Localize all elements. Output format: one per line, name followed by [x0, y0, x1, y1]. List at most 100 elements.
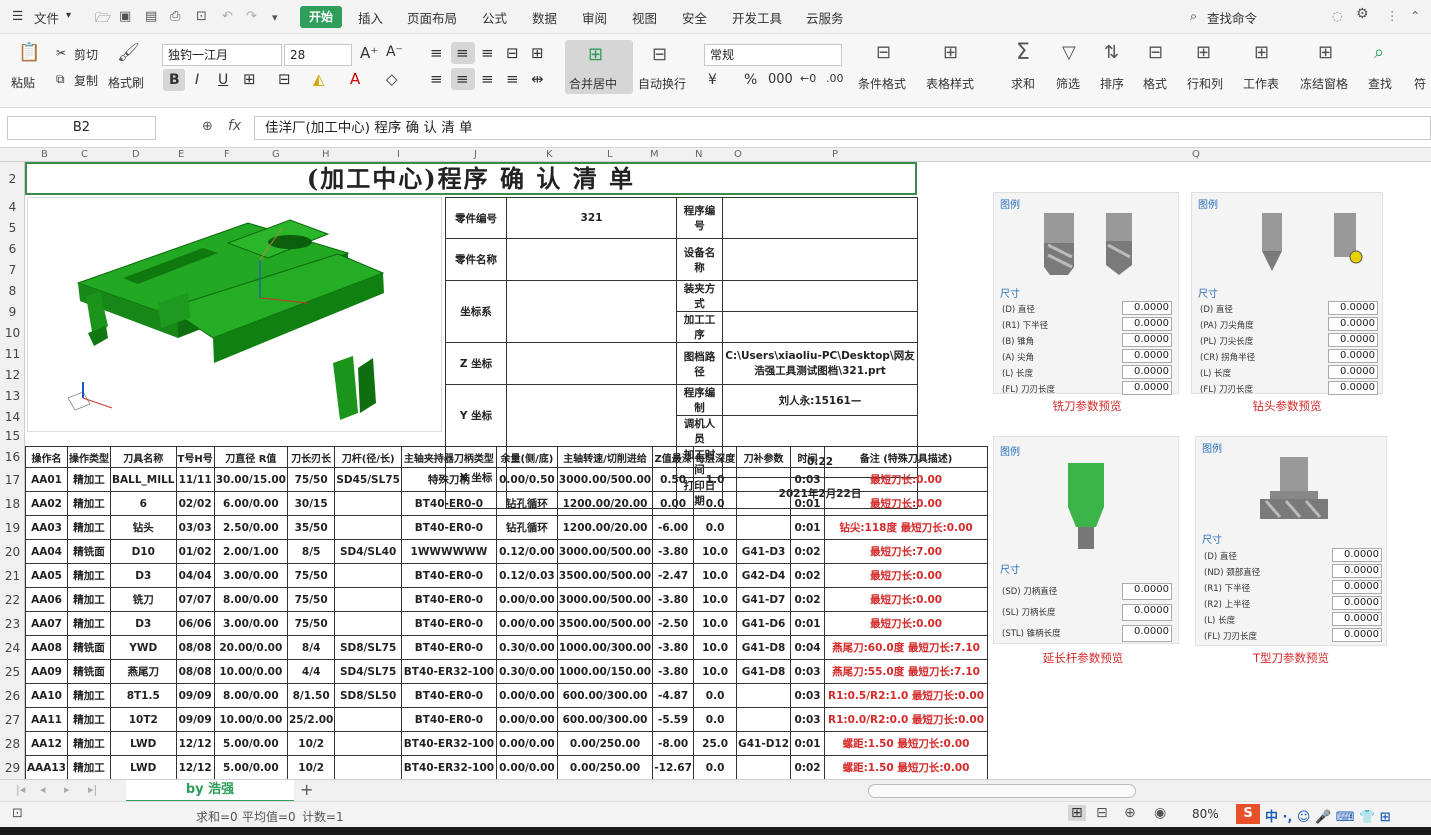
sort-label[interactable]: 排序 — [1100, 75, 1124, 92]
table-cell[interactable]: 0.00/250.00 — [556, 755, 654, 779]
table-cell[interactable]: 钻孔循环 — [495, 515, 558, 540]
row-header-item[interactable]: 25 — [0, 665, 25, 679]
table-cell[interactable]: 25.0 — [693, 731, 738, 756]
table-cell[interactable]: 35/50 — [286, 515, 336, 540]
col-header[interactable]: J — [474, 149, 477, 160]
table-cell[interactable]: 0.0 — [693, 683, 738, 708]
font-size-select[interactable]: 28 — [284, 44, 352, 66]
table-cell[interactable]: 10T2 — [110, 707, 177, 732]
file-menu[interactable]: 文件 — [34, 8, 59, 27]
col-header[interactable]: B — [41, 149, 48, 160]
column-heading[interactable]: 刀直径 R值 — [213, 446, 288, 468]
worksheet-icon[interactable]: ⊞ — [1254, 42, 1269, 63]
table-cell[interactable]: BT40-ER0-0 — [400, 491, 497, 516]
row-header-item[interactable]: 18 — [0, 497, 25, 511]
table-cell[interactable]: 600.00/300.00 — [556, 707, 654, 732]
table-cell[interactable]: 0.00/0.00 — [495, 587, 558, 612]
col-header[interactable]: C — [81, 149, 88, 160]
table-cell[interactable]: 6 — [110, 491, 177, 516]
table-cell[interactable]: 精加工 — [67, 587, 111, 612]
table-cell[interactable]: 0.0 — [693, 755, 738, 779]
inc-decimal-icon[interactable]: ←0 — [800, 72, 816, 85]
table-cell[interactable]: BT40-ER0-0 — [400, 635, 497, 660]
table-cell[interactable]: 10.0 — [693, 587, 738, 612]
table-cell[interactable]: G41-D7 — [736, 587, 792, 612]
table-cell[interactable]: G41-D8 — [736, 659, 792, 684]
table-cell[interactable]: 精铣面 — [67, 659, 111, 684]
table-cell[interactable]: BT40-ER0-0 — [400, 563, 497, 588]
table-cell[interactable]: 10.00/0.00 — [213, 659, 288, 684]
table-cell[interactable]: 3.00/0.00 — [213, 563, 288, 588]
col-header[interactable]: E — [178, 149, 184, 160]
path-value[interactable]: C:\Users\xiaoliu-PC\Desktop\网友浩强工具测试图档\3… — [722, 342, 918, 385]
table-cell[interactable]: 8.00/0.00 — [213, 683, 288, 708]
y-value[interactable] — [506, 384, 677, 447]
table-cell[interactable]: 03/03 — [175, 515, 215, 540]
align-top-icon[interactable]: ≡ — [430, 44, 443, 62]
table-cell[interactable]: 0.00/0.00 — [495, 611, 558, 636]
table-cell[interactable]: AA03 — [25, 515, 68, 540]
row-header-item[interactable]: 26 — [0, 689, 25, 703]
hamburger-icon[interactable]: ☰ — [12, 8, 23, 23]
table-cell[interactable]: 30/15 — [286, 491, 336, 516]
indent-icon[interactable]: ⊞ — [531, 44, 544, 62]
table-cell[interactable]: 3000.00/500.00 — [556, 587, 654, 612]
table-cell[interactable]: G42-D4 — [736, 563, 792, 588]
table-cell[interactable]: 0.00 — [652, 491, 695, 516]
table-cell[interactable]: LWD — [110, 755, 177, 779]
format-painter-label[interactable]: 格式刷 — [108, 74, 144, 91]
last-sheet-icon[interactable]: ▸| — [88, 783, 97, 796]
row-header-item[interactable]: 9 — [0, 305, 25, 319]
align-bottom-icon[interactable]: ≡ — [481, 44, 494, 62]
table-cell[interactable]: 0:01 — [790, 491, 826, 516]
table-cell[interactable]: AA07 — [25, 611, 68, 636]
table-cell[interactable]: 12/12 — [175, 731, 215, 756]
table-cell[interactable]: 0:04 — [790, 635, 826, 660]
table-cell[interactable]: 0.00/0.00 — [495, 755, 558, 779]
table-cell[interactable] — [736, 515, 792, 540]
sheet-grid[interactable]: (加工中心)程序 确 认 清 单 零件编号 321 程序编号 零件名称 设备名称… — [25, 162, 1431, 779]
table-cell[interactable]: 螺距:1.50 最短刀长:0.00 — [824, 731, 989, 756]
save-icon[interactable]: ▣ — [119, 9, 131, 24]
row-header-item[interactable]: 8 — [0, 284, 25, 298]
zoom-level[interactable]: 80% — [1192, 807, 1219, 821]
underline-icon[interactable]: U — [218, 72, 228, 88]
first-sheet-icon[interactable]: |◂ — [16, 783, 25, 796]
table-cell[interactable]: 30.00/15.00 — [213, 467, 288, 492]
table-cell[interactable]: BT40-ER0-0 — [400, 611, 497, 636]
clamp-value[interactable] — [722, 280, 918, 312]
table-cell[interactable] — [736, 707, 792, 732]
wrap-label[interactable]: 自动换行 — [638, 75, 686, 92]
col-header[interactable]: I — [397, 149, 400, 160]
table-cell[interactable]: BT40-ER0-0 — [400, 683, 497, 708]
ime-status-icons[interactable]: 中 ·, ☺ 🎤 ⌨ 👕 ⊞ — [1265, 806, 1391, 825]
table-cell[interactable]: 8T1.5 — [110, 683, 177, 708]
preview-icon[interactable]: ⊡ — [196, 9, 207, 24]
row-header-item[interactable]: 10 — [0, 326, 25, 340]
table-cell[interactable]: 精加工 — [67, 755, 111, 779]
table-cell[interactable]: 12/12 — [175, 755, 215, 779]
param-input[interactable]: 0.0000 — [1122, 583, 1172, 600]
col-header[interactable]: O — [734, 149, 742, 160]
table-cell[interactable]: 0.00/0.00 — [495, 731, 558, 756]
table-cell[interactable]: -3.80 — [652, 539, 695, 564]
table-cell[interactable]: AA02 — [25, 491, 68, 516]
table-cell[interactable] — [334, 563, 402, 588]
column-heading[interactable]: 主轴夹持器刀柄类型 — [400, 446, 497, 468]
table-cell[interactable]: 10.0 — [693, 635, 738, 660]
table-cell[interactable]: G41-D8 — [736, 635, 792, 660]
sort-icon[interactable]: ⇅ — [1104, 42, 1119, 63]
table-cell[interactable]: 精加工 — [67, 611, 111, 636]
table-cell[interactable]: -8.00 — [652, 731, 695, 756]
table-cell[interactable]: 1200.00/20.00 — [556, 515, 654, 540]
table-cell[interactable]: 8/5 — [286, 539, 336, 564]
row-header-item[interactable]: 21 — [0, 569, 25, 583]
column-heading[interactable]: 刀补参数 — [736, 446, 792, 468]
filter-label[interactable]: 筛选 — [1056, 75, 1080, 92]
align-right-icon[interactable]: ≡ — [481, 70, 494, 88]
table-cell[interactable]: 精加工 — [67, 491, 111, 516]
row-col-icon[interactable]: ⊞ — [1196, 42, 1211, 63]
table-cell[interactable]: AA09 — [25, 659, 68, 684]
table-cell[interactable]: R1:0.0/R2:0.0 最短刀长:0.00 — [824, 707, 989, 732]
table-cell[interactable]: 特殊刀柄 — [400, 467, 497, 492]
